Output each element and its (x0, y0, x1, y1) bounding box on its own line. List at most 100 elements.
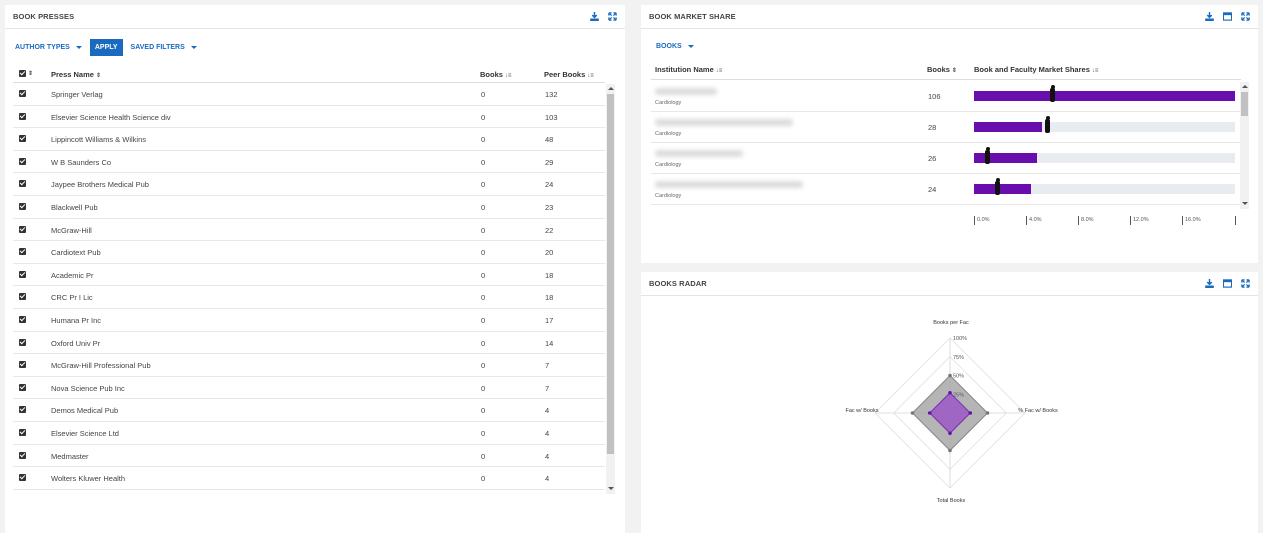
row-checkbox[interactable] (19, 157, 26, 165)
author-types-dropdown[interactable]: AUTHOR TYPES (15, 44, 82, 51)
table-row[interactable]: Academic Pr 0 18 (13, 264, 605, 287)
books-dropdown-label: BOOKS (656, 42, 682, 50)
peer-books-count: 48 (545, 135, 554, 145)
table-row[interactable]: W B Saunders Co 0 29 (13, 151, 605, 174)
book-market-share-panel: BOOK MARKET SHARE BOOKS Institution Name… (641, 5, 1258, 263)
scroll-up-icon[interactable] (1241, 85, 1248, 88)
row-checkbox[interactable] (19, 406, 26, 414)
books-count: 0 (481, 90, 486, 99)
expand-icon[interactable] (1241, 279, 1250, 288)
download-icon[interactable] (590, 12, 599, 21)
axis-tick-label: 4.0% (1026, 216, 1042, 225)
department-label: Cardiology (655, 100, 682, 106)
row-checkbox[interactable] (19, 270, 26, 278)
table-row[interactable]: Nova Science Pub Inc 0 7 (13, 377, 605, 400)
market-row[interactable]: Cardiology 28 (651, 112, 1241, 143)
scroll-down-icon[interactable] (607, 487, 614, 490)
table-row[interactable]: Cardiotext Pub 0 20 (13, 241, 605, 264)
books-radar-panel: BOOKS RADAR 100% 75% 50% 25% Books per Fac … (641, 272, 1258, 533)
axis-tick-label: 12.0% (1130, 216, 1149, 225)
books-count: 28 (928, 123, 937, 132)
table-row[interactable]: Blackwell Pub 0 23 (13, 196, 605, 219)
press-name: Nova Science Pub Inc (51, 383, 125, 393)
table-row[interactable]: Wolters Kluwer Health 0 4 (13, 467, 605, 490)
select-all[interactable]: ⇕ (19, 70, 33, 77)
scrollbar-thumb[interactable] (607, 94, 614, 454)
expand-icon[interactable] (1241, 12, 1250, 21)
books-count: 0 (481, 293, 486, 303)
col-books-label: Books (927, 65, 950, 74)
table-row[interactable]: Lippincott Williams & Wilkins 0 48 (13, 128, 605, 151)
market-share-track (974, 85, 1235, 102)
peer-books-count: 4 (545, 406, 550, 416)
col-books[interactable]: Books ⇕ (927, 65, 957, 74)
saved-filters-label: SAVED FILTERS (130, 43, 185, 51)
market-table-header: Institution Name ↓≡ Books ⇕ Book and Facul… (651, 60, 1241, 80)
row-checkbox[interactable] (19, 361, 26, 369)
download-icon[interactable] (1205, 279, 1214, 288)
institution-name-redacted (655, 119, 793, 126)
row-checkbox[interactable] (19, 383, 26, 391)
table-row[interactable]: McGraw-Hill 0 22 (13, 219, 605, 242)
row-checkbox[interactable] (19, 338, 26, 346)
radar-outer-series-point (985, 411, 990, 415)
row-checkbox[interactable] (19, 225, 26, 233)
row-checkbox[interactable] (19, 202, 26, 210)
market-row[interactable]: Cardiology 26 (651, 143, 1241, 174)
market-row[interactable]: Cardiology 106 (651, 81, 1241, 112)
col-peer-books[interactable]: Peer Books ↓≡ (544, 70, 594, 79)
market-share-track (974, 178, 1235, 195)
books-dropdown[interactable]: BOOKS (656, 43, 694, 50)
scroll-up-icon[interactable] (607, 87, 614, 90)
table-row[interactable]: Oxford Univ Pr 0 14 (13, 332, 605, 355)
table-row[interactable]: CRC Pr I Lic 0 18 (13, 286, 605, 309)
market-row[interactable]: Cardiology 24 (651, 174, 1241, 205)
col-press-name[interactable]: Press Name ⇕ (51, 70, 101, 79)
row-checkbox[interactable] (19, 135, 26, 143)
row-checkbox[interactable] (19, 428, 26, 436)
row-checkbox[interactable] (19, 112, 26, 120)
table-row[interactable]: McGraw-Hill Professional Pub 0 7 (13, 354, 605, 377)
row-checkbox[interactable] (19, 451, 26, 459)
row-checkbox[interactable] (19, 293, 26, 301)
row-checkbox[interactable] (19, 474, 26, 482)
row-checkbox[interactable] (19, 90, 26, 97)
table-row[interactable]: Demos Medical Pub 0 4 (13, 399, 605, 422)
sort-icon[interactable]: ⇕ (28, 70, 33, 77)
scroll-down-icon[interactable] (1241, 202, 1248, 205)
press-name: Blackwell Pub (51, 202, 98, 212)
row-checkbox[interactable] (19, 180, 26, 188)
image-export-icon[interactable] (1223, 12, 1232, 21)
table-row[interactable]: Jaypee Brothers Medical Pub 0 24 (13, 173, 605, 196)
row-checkbox[interactable] (19, 248, 26, 256)
expand-icon[interactable] (608, 12, 617, 21)
market-scrollbar[interactable] (1240, 82, 1249, 209)
panel-title: BOOK PRESSES (13, 12, 75, 21)
scrollbar-thumb[interactable] (1241, 92, 1248, 116)
saved-filters-dropdown[interactable]: SAVED FILTERS (131, 44, 197, 51)
radar-outer-series-point (910, 411, 915, 415)
radar-scale-label: 100% (953, 336, 967, 342)
books-count: 0 (481, 474, 486, 484)
apply-button[interactable]: APPLY (89, 38, 123, 56)
row-checkbox[interactable] (19, 315, 26, 323)
peer-books-count: 29 (545, 157, 554, 167)
table-row[interactable]: Elsevier Science Ltd 0 4 (13, 422, 605, 445)
table-row[interactable]: Springer Verlag 0 132 (13, 83, 605, 106)
image-export-icon[interactable] (1223, 279, 1232, 288)
department-label: Cardiology (655, 162, 682, 168)
select-all-checkbox[interactable] (19, 70, 26, 77)
table-scrollbar[interactable] (606, 84, 615, 494)
peer-books-count: 18 (545, 270, 554, 280)
market-share-axis: 0.0% 4.0% 8.0% 12.0% 16.0% (974, 216, 1236, 226)
table-row[interactable]: Medmaster 0 4 (13, 445, 605, 468)
col-institution[interactable]: Institution Name ↓≡ (655, 65, 722, 74)
col-books[interactable]: Books ↓≡ (480, 70, 511, 79)
table-row[interactable]: Elsevier Science Health Science div 0 103 (13, 106, 605, 129)
press-name: Demos Medical Pub (51, 406, 119, 416)
download-icon[interactable] (1205, 12, 1214, 21)
press-name: Wolters Kluwer Health (51, 474, 126, 484)
market-table-body: Cardiology 106 Cardiology 28 Cardiology 26 Car… (651, 81, 1241, 205)
col-market-shares[interactable]: Book and Faculty Market Shares ↓≡ (974, 65, 1098, 74)
table-row[interactable]: Humana Pr Inc 0 17 (13, 309, 605, 332)
